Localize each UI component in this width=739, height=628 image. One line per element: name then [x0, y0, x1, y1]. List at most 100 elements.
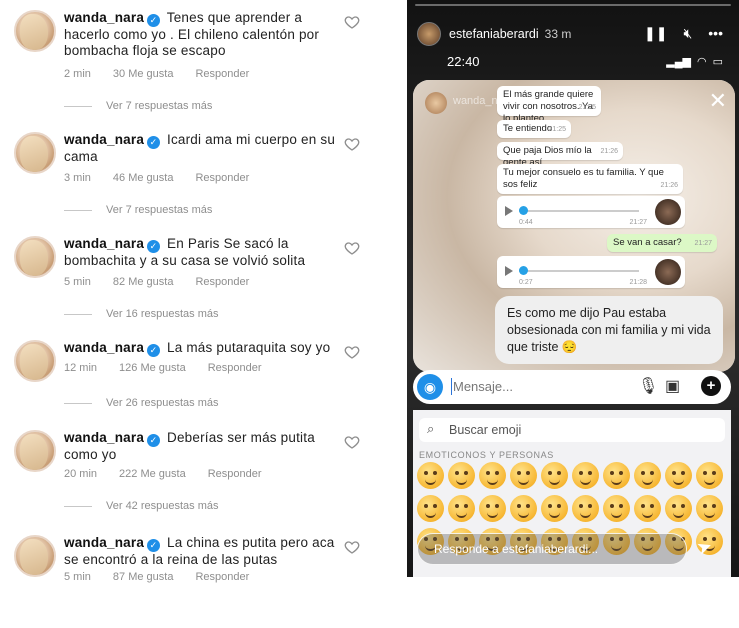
username[interactable]: wanda_nara: [64, 236, 144, 251]
reply-button[interactable]: Responder: [208, 468, 262, 480]
comment-time: 5 min: [64, 571, 91, 583]
like-count[interactable]: 82 Me gusta: [113, 276, 174, 288]
emoji-key[interactable]: [665, 495, 692, 522]
comment-text: wanda_nara ✓ La más putaraquita soy yo: [64, 340, 349, 357]
mute-icon[interactable]: 🔇︎: [683, 25, 692, 42]
avatar: [655, 199, 681, 225]
emoji-category-label: EMOTICONOS Y PERSONAS: [419, 450, 554, 460]
verified-icon: ✓: [147, 240, 161, 253]
emoji-key[interactable]: [696, 495, 723, 522]
comment-item: wanda_nara ✓ Icardi ama mi cuerpo en su c…: [0, 122, 405, 225]
emoji-key[interactable]: [634, 462, 661, 489]
reply-button[interactable]: Responder: [208, 362, 262, 374]
avatar[interactable]: [417, 22, 441, 46]
emoji-key[interactable]: [572, 495, 599, 522]
camera-icon[interactable]: ◉: [417, 374, 443, 400]
story-time: 33 m: [544, 27, 572, 41]
comment-time: 12 min: [64, 362, 98, 374]
comment-meta: 5 min 87 Me gusta Responder: [64, 571, 271, 583]
like-count[interactable]: 222 Me gusta: [119, 468, 186, 480]
heart-icon[interactable]: [344, 344, 360, 360]
heart-icon[interactable]: [344, 240, 360, 256]
status-icons: ▂▄▆ ◠ ▭: [666, 55, 723, 68]
more-icon[interactable]: •••: [708, 25, 723, 42]
message-input-bar[interactable]: ◉ Mensaje... 🎙︎ ▣ +: [413, 370, 731, 404]
username[interactable]: wanda_nara: [64, 430, 144, 445]
comment-item: wanda_nara ✓ La china es putita pero aca …: [0, 525, 405, 628]
comment-time: 2 min: [64, 68, 91, 80]
comment-text: wanda_nara ✓ Tenes que aprender a hacerlo…: [64, 10, 349, 59]
story-progress-bar: [415, 4, 731, 6]
verified-icon: ✓: [147, 434, 161, 447]
heart-icon[interactable]: [344, 539, 360, 555]
add-icon[interactable]: +: [701, 376, 721, 396]
story-controls: ❚❚ 🔇︎ •••: [644, 25, 723, 42]
reply-message-bubble: Es como me dijo Pau estaba obsesionada c…: [495, 296, 723, 364]
like-count[interactable]: 87 Me gusta: [113, 571, 174, 583]
story-header: estefaniaberardi 33 m ❚❚ 🔇︎ •••: [417, 20, 729, 48]
emoji-key[interactable]: [696, 462, 723, 489]
like-count[interactable]: 46 Me gusta: [113, 172, 174, 184]
microphone-icon[interactable]: 🎙︎: [638, 376, 658, 396]
chat-message: Que paja Dios mío la gente así 21:26: [497, 142, 623, 168]
close-icon[interactable]: ✕: [709, 90, 727, 112]
avatar[interactable]: [14, 10, 56, 52]
emoji-key[interactable]: [603, 462, 630, 489]
emoji-key[interactable]: [665, 462, 692, 489]
username[interactable]: wanda_nara: [64, 10, 144, 25]
heart-icon[interactable]: [344, 14, 360, 30]
pause-icon[interactable]: ❚❚: [644, 25, 667, 42]
view-replies[interactable]: Ver 7 respuestas más: [64, 100, 212, 112]
gallery-icon[interactable]: ▣: [665, 376, 680, 396]
avatar: [655, 259, 681, 285]
avatar[interactable]: [14, 132, 56, 174]
reply-button[interactable]: Responder: [195, 172, 249, 184]
story-reply-input[interactable]: Responde a estefaniaberardi...: [417, 533, 687, 565]
heart-icon[interactable]: [344, 434, 360, 450]
username[interactable]: wanda_nara: [64, 340, 144, 355]
emoji-key[interactable]: [510, 462, 537, 489]
emoji-key[interactable]: [417, 462, 444, 489]
reply-button[interactable]: Responder: [195, 571, 249, 583]
username[interactable]: wanda_nara: [64, 535, 144, 550]
chat-name: wanda_n: [453, 95, 498, 107]
message-input[interactable]: Mensaje...: [453, 379, 513, 394]
avatar[interactable]: [14, 535, 56, 577]
chat-message: Tu mejor consuelo es tu familia. Y que s…: [497, 164, 683, 194]
avatar[interactable]: [14, 430, 56, 472]
like-count[interactable]: 126 Me gusta: [119, 362, 186, 374]
emoji-key[interactable]: [541, 495, 568, 522]
emoji-key[interactable]: [603, 495, 630, 522]
emoji-key[interactable]: [510, 495, 537, 522]
like-count[interactable]: 30 Me gusta: [113, 68, 174, 80]
view-replies[interactable]: Ver 42 respuestas más: [64, 500, 219, 512]
verified-icon: ✓: [147, 136, 161, 149]
avatar[interactable]: [14, 340, 56, 382]
view-replies[interactable]: Ver 26 respuestas más: [64, 397, 219, 409]
emoji-search-input[interactable]: ⌕ Buscar emoji: [419, 418, 725, 442]
emoji-key[interactable]: [479, 495, 506, 522]
reply-button[interactable]: Responder: [195, 68, 249, 80]
comment-item: wanda_nara ✓ La más putaraquita soy yo 12…: [0, 330, 405, 433]
view-replies[interactable]: Ver 16 respuestas más: [64, 308, 219, 320]
story-username[interactable]: estefaniaberardi: [449, 27, 539, 41]
comment-item: wanda_nara ✓ En Paris Se sacó la bombachi…: [0, 226, 405, 329]
reply-button[interactable]: Responder: [195, 276, 249, 288]
username[interactable]: wanda_nara: [64, 132, 144, 147]
emoji-key[interactable]: [479, 462, 506, 489]
avatar: [425, 92, 447, 114]
emoji-key[interactable]: [541, 462, 568, 489]
comment-meta: 12 min 126 Me gusta Responder: [64, 362, 284, 374]
emoji-key[interactable]: [634, 495, 661, 522]
emoji-key[interactable]: [448, 495, 475, 522]
emoji-key[interactable]: [448, 462, 475, 489]
view-replies[interactable]: Ver 7 respuestas más: [64, 204, 212, 216]
comment-time: 3 min: [64, 172, 91, 184]
chat-message: Se van a casar? 21:27: [607, 234, 717, 252]
avatar[interactable]: [14, 236, 56, 278]
play-icon: [505, 266, 513, 276]
comment-item: wanda_nara ✓ Tenes que aprender a hacerlo…: [0, 0, 405, 112]
emoji-key[interactable]: [572, 462, 599, 489]
heart-icon[interactable]: [344, 136, 360, 152]
emoji-key[interactable]: [417, 495, 444, 522]
